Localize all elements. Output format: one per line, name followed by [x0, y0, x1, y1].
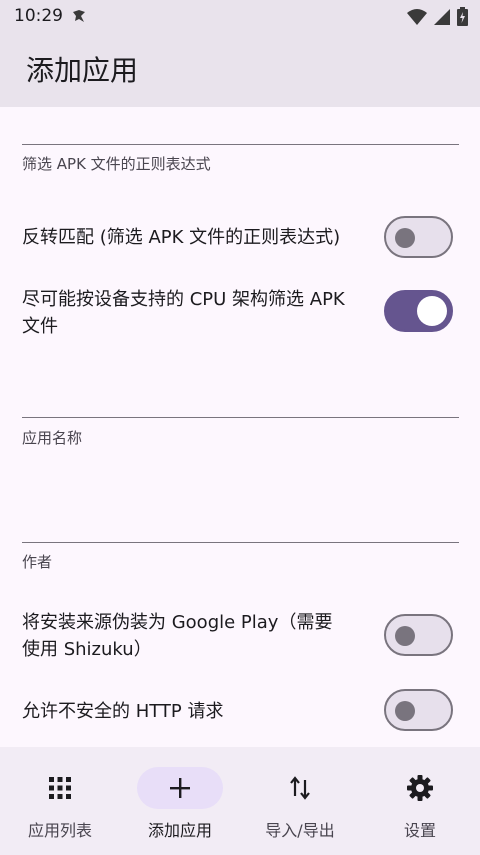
http-switch[interactable]: [384, 689, 453, 731]
nav-label: 设置: [403, 821, 436, 840]
switch-thumb: [417, 296, 447, 326]
cpu-filter-label-line2: 文件: [22, 316, 58, 337]
google-play-switch[interactable]: [384, 614, 453, 656]
http-label: 允许不安全的 HTTP 请求: [22, 701, 224, 722]
nav-add-app[interactable]: 添加应用: [120, 747, 240, 855]
status-bar: 10:29: [0, 0, 480, 32]
add-icon: [170, 778, 190, 798]
cpu-filter-switch[interactable]: [384, 290, 453, 332]
switch-thumb: [395, 701, 415, 721]
switch-thumb: [395, 626, 415, 646]
author-label: 作者: [22, 553, 53, 571]
gear-icon: [407, 775, 433, 801]
nav-import-export[interactable]: 导入/导出: [240, 747, 360, 855]
author-underline: [22, 542, 459, 543]
battery-icon: [457, 7, 468, 26]
status-time: 10:29: [14, 6, 63, 26]
nav-pill: [257, 767, 343, 809]
notification-app-icon: [73, 10, 85, 22]
nav-label: 导入/导出: [265, 821, 335, 840]
google-play-label-line1: 将安装来源伪装为 Google Play（需要: [22, 612, 333, 633]
nav-settings[interactable]: 设置: [360, 747, 480, 855]
nav-label: 添加应用: [147, 821, 212, 840]
app-name-underline: [22, 417, 459, 418]
apk-filter-underline: [22, 144, 459, 145]
nav-pill-active: [137, 767, 223, 809]
apk-filter-label: 筛选 APK 文件的正则表达式: [22, 155, 211, 173]
switch-thumb: [395, 228, 415, 248]
signal-icon: [434, 8, 450, 25]
invert-filter-switch[interactable]: [384, 216, 453, 258]
cpu-filter-label-line1: 尽可能按设备支持的 CPU 架构筛选 APK: [22, 289, 345, 310]
app-bar: 10:29 添加应用: [0, 0, 480, 107]
app-name-label: 应用名称: [22, 429, 83, 447]
grid-icon: [49, 777, 71, 799]
nav-pill: [377, 767, 463, 809]
wifi-icon: [407, 8, 427, 25]
google-play-label: 将安装来源伪装为 Google Play（需要 使用 Shizuku）: [22, 609, 332, 663]
nav-app-list[interactable]: 应用列表: [0, 747, 120, 855]
import-export-icon: [290, 776, 310, 800]
nav-pill: [17, 767, 103, 809]
page-title: 添加应用: [26, 54, 139, 87]
nav-label: 应用列表: [27, 821, 92, 840]
cpu-filter-label: 尽可能按设备支持的 CPU 架构筛选 APK 文件: [22, 286, 345, 340]
bottom-navigation: 应用列表 添加应用 导入/导出 设置: [0, 747, 480, 855]
google-play-label-line2: 使用 Shizuku）: [22, 639, 152, 660]
invert-filter-label: 反转匹配 (筛选 APK 文件的正则表达式): [22, 227, 341, 248]
